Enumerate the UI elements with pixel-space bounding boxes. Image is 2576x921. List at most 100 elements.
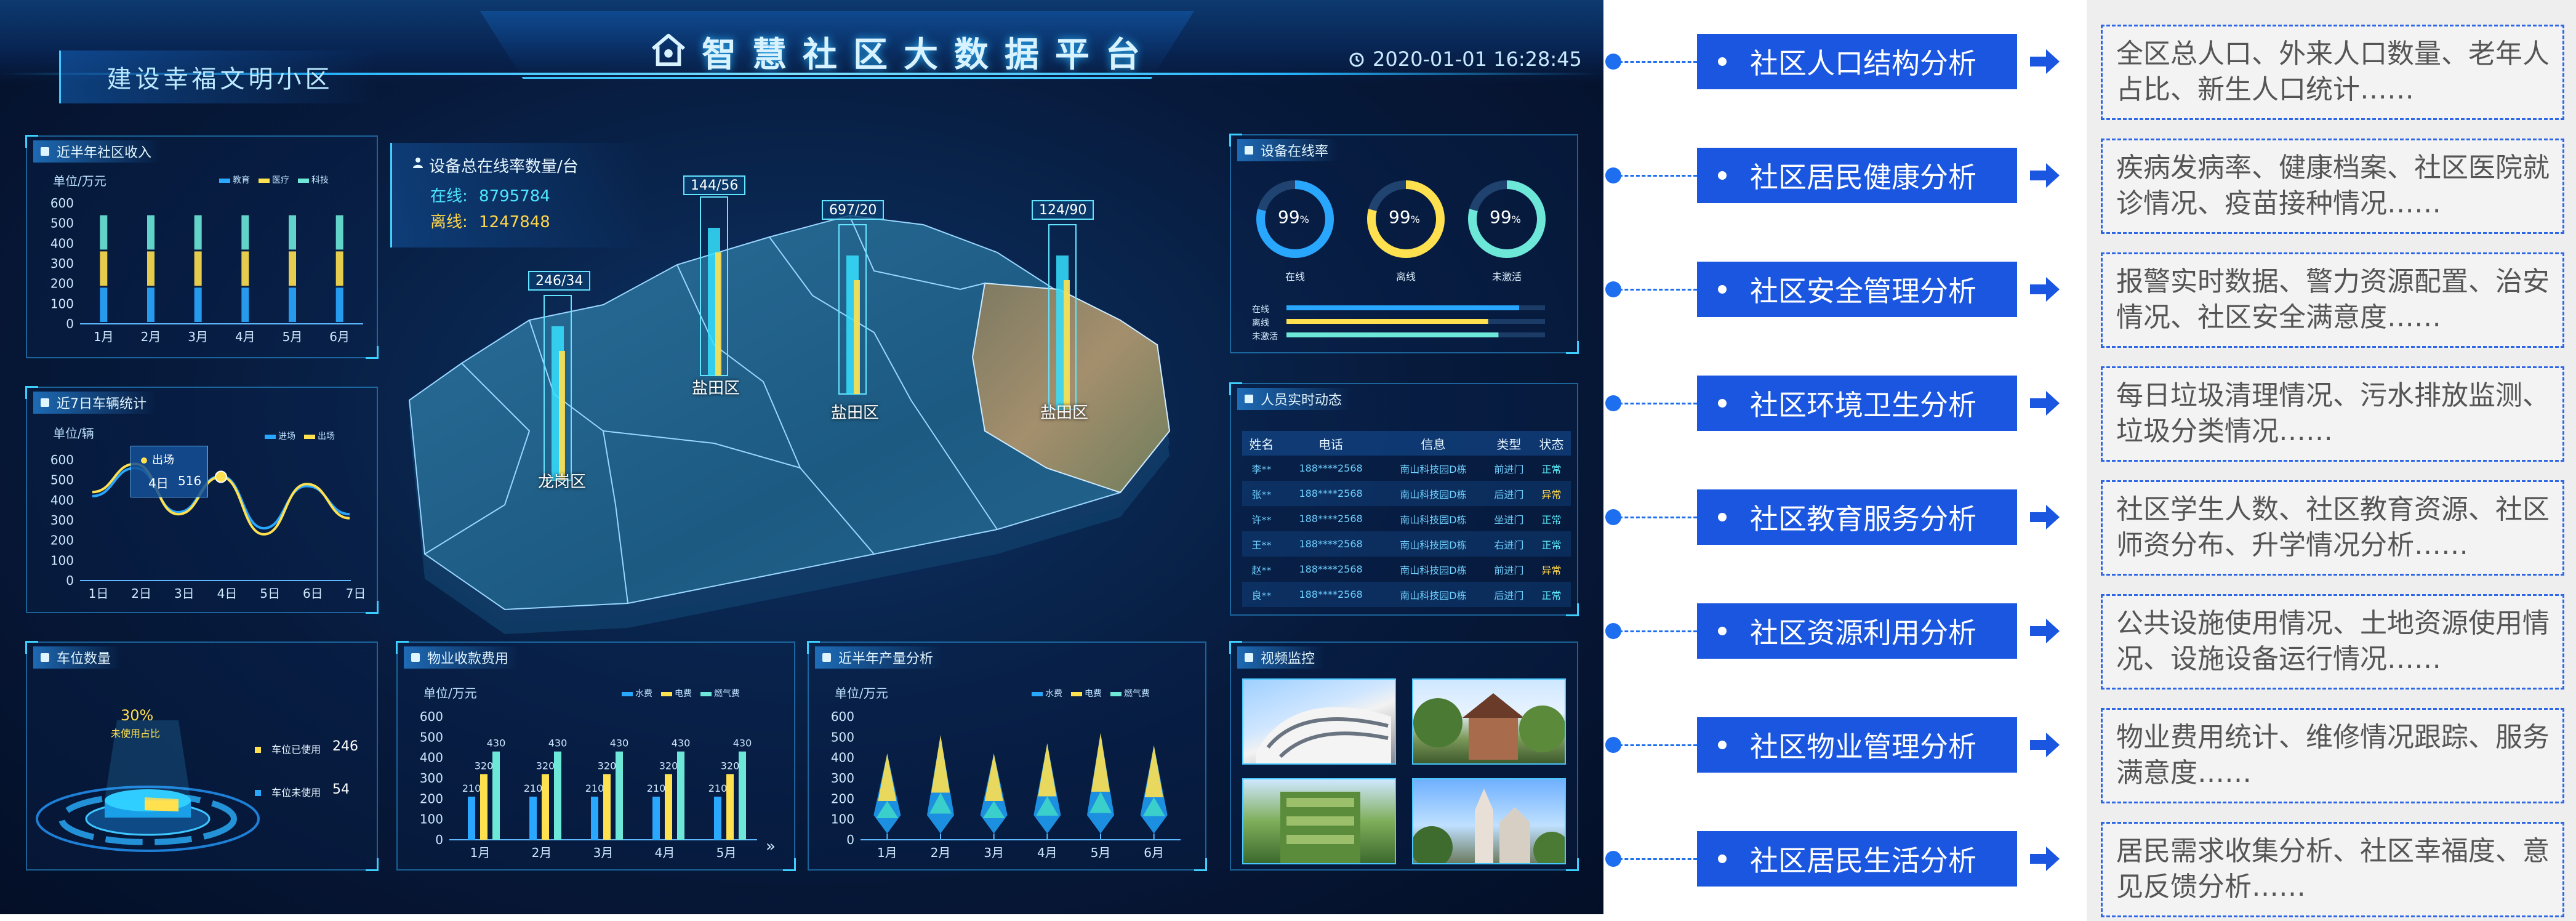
connector-line: [1619, 61, 1697, 63]
arrow-shape: [2030, 391, 2060, 416]
arrow-right-icon: [2030, 391, 2060, 416]
bullet-icon: [1718, 399, 1727, 408]
category-button[interactable]: 社区安全管理分析: [1697, 262, 2017, 317]
table-cell-type: 前进门: [1494, 463, 1524, 475]
map-tag-1: 246/34: [528, 271, 591, 291]
offline-value: 1247848: [479, 213, 550, 231]
arrow-right-icon: [2030, 847, 2060, 871]
category-button[interactable]: 社区居民生活分析: [1697, 831, 2017, 887]
map-label-1[interactable]: 龙岗区: [538, 469, 586, 492]
parking-percent: 30%: [121, 707, 154, 724]
legend-swatch: [219, 178, 230, 183]
legend-item: 出场: [304, 430, 335, 442]
bullet-icon: [1718, 741, 1727, 749]
parking-panel-title: 车位数量: [33, 646, 121, 669]
table-cell-info: 南山科技园D栋: [1381, 582, 1486, 607]
output-unit: 单位/万元: [835, 686, 888, 701]
category-label: 社区物业管理分析: [1750, 730, 1976, 763]
category-button[interactable]: 社区人口结构分析: [1697, 34, 2017, 89]
vehicle-unit: 单位/辆: [53, 426, 94, 441]
map-tag-2: 144/56: [683, 175, 746, 195]
table-row[interactable]: 王** 188****2568 南山科技园D栋 右进门 正常: [1242, 531, 1571, 557]
bullet-icon: [1718, 627, 1727, 635]
table-row[interactable]: 张** 188****2568 南山科技园D栋 后进门 异常: [1242, 481, 1571, 506]
table-row[interactable]: 赵** 188****2568 南山科技园D栋 前进门 异常: [1242, 557, 1571, 582]
camera-feed-2[interactable]: [1412, 678, 1566, 765]
legend-label: 燃气费: [714, 689, 740, 699]
category-button[interactable]: 社区教育服务分析: [1697, 489, 2017, 545]
ring-value: 99%: [1490, 207, 1521, 227]
map-bar: [552, 326, 564, 480]
table-row[interactable]: 许** 188****2568 南山科技园D栋 坐进门 正常: [1242, 506, 1571, 531]
table-cell-info: 南山科技园D栋: [1400, 513, 1467, 526]
vehicle-tooltip: 出场 4日 516: [130, 446, 208, 497]
table-header-cell: 状态: [1532, 431, 1571, 456]
arrow-right-icon: [2030, 733, 2060, 757]
device-summary-title: 设备总在线率数量/台: [429, 158, 579, 176]
category-button[interactable]: 社区物业管理分析: [1697, 717, 2017, 773]
legend-label: 教育: [233, 175, 250, 185]
parking-unused: 车位未使用 54: [255, 782, 359, 799]
fee-panel: 物业收款费用: [396, 641, 796, 871]
datetime-text: 2020-01-01 16:28:45: [1373, 47, 1582, 71]
category-description: 公共设施使用情况、土地资源使用情况、设施设备运行情况……: [2101, 594, 2564, 690]
camera-feed-3[interactable]: [1242, 778, 1396, 864]
connector-line: [1619, 517, 1697, 518]
table-cell-type: 后进门: [1485, 582, 1533, 607]
table-cell-name: 王**: [1242, 531, 1281, 557]
category-label: 社区资源利用分析: [1750, 616, 1976, 650]
legend-swatch: [1071, 691, 1082, 696]
category-label: 社区安全管理分析: [1750, 275, 1976, 308]
category-description: 全区总人口、外来人口数量、老年人占比、新生人口统计……: [2101, 25, 2564, 120]
green-building-photo: [1280, 792, 1360, 863]
category-button[interactable]: 社区环境卫生分析: [1697, 376, 2017, 431]
parking-unused-value: 54: [332, 782, 350, 797]
map-bar-secondary: [559, 351, 565, 480]
parking-used-swatch: [255, 747, 261, 753]
connector-line: [1619, 403, 1697, 404]
bullet-icon: [1718, 171, 1727, 180]
legend-item: 电费: [1071, 687, 1102, 699]
legend-label: 医疗: [272, 175, 289, 185]
arrow-shape: [2030, 277, 2060, 302]
dashboard-screenshot: 建设幸福文明小区 智慧社区大数据平台 2020-01-01 16:28:45 近…: [0, 0, 1603, 914]
table-row[interactable]: 良** 188****2568 南山科技园D栋 后进门 正常: [1242, 582, 1571, 607]
legend-item: 水费: [622, 687, 652, 699]
camera-feed-1[interactable]: [1242, 678, 1396, 765]
map-label-3[interactable]: 盐田区: [831, 400, 879, 423]
parking-unused-label: 车位未使用: [271, 787, 321, 798]
table-header-cell: 姓名: [1242, 431, 1281, 456]
ring-label: 在线: [1285, 271, 1306, 283]
connector-line: [1619, 858, 1697, 860]
arrow-right-icon: [2030, 49, 2060, 74]
table-cell-info: 南山科技园D栋: [1381, 481, 1486, 506]
arrow-shape: [2030, 163, 2060, 188]
legend-item: 燃气费: [700, 687, 740, 699]
camera-feed-4[interactable]: [1412, 778, 1566, 864]
map-borders: [424, 215, 998, 604]
table-row[interactable]: 李** 188****2568 南山科技园D栋 前进门 正常: [1242, 456, 1571, 481]
income-panel-title: 近半年社区收入: [33, 140, 162, 163]
ring-value-unit: %: [1299, 214, 1309, 225]
map-bar-frame: [700, 196, 728, 376]
table-cell-name: 良**: [1242, 582, 1281, 607]
map-bar: [846, 255, 859, 394]
category-description: 报警实时数据、警力资源配置、治安情况、社区安全满意度……: [2101, 252, 2564, 348]
legend-swatch: [1032, 691, 1043, 696]
table-cell-phone: 188****2568: [1299, 563, 1363, 575]
fee-unit: 单位/万元: [423, 686, 477, 701]
fee-more-button[interactable]: »: [766, 837, 776, 856]
table-cell-phone: 188****2568: [1280, 582, 1381, 607]
tooltip-dot: [141, 457, 147, 464]
legend-item: 燃气费: [1110, 687, 1150, 699]
legend-swatch: [1110, 691, 1121, 696]
category-button[interactable]: 社区资源利用分析: [1697, 603, 2017, 659]
online-bar-label: 在线: [1252, 305, 1269, 315]
category-button[interactable]: 社区居民健康分析: [1697, 148, 2017, 203]
category-description: 疾病发病率、健康档案、社区医院就诊情况、疫苗接种情况……: [2101, 139, 2564, 234]
map-sat-area: [971, 282, 1171, 494]
table-cell-phone: 188****2568: [1299, 462, 1363, 474]
bullet-icon: [1718, 57, 1727, 66]
map-label-4[interactable]: 盐田区: [1040, 400, 1088, 423]
map-label-2[interactable]: 盐田区: [692, 376, 740, 398]
